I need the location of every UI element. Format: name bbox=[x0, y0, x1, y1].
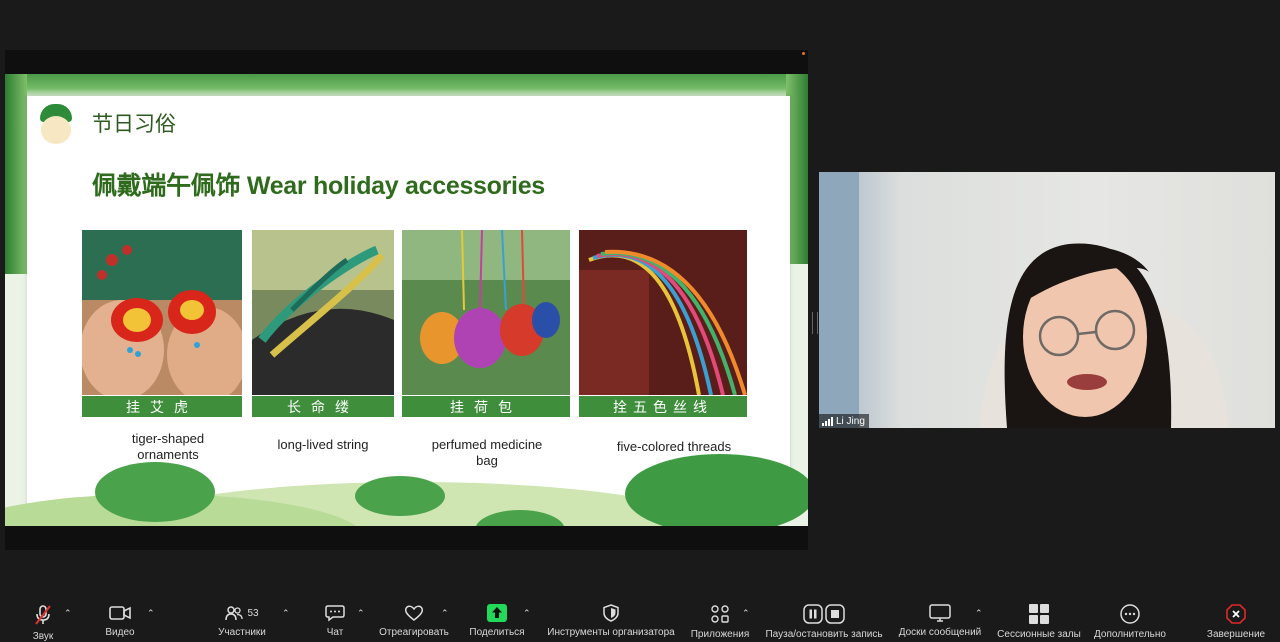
host-tools-button[interactable]: Инструменты организатора bbox=[545, 598, 677, 638]
record-controls-icon bbox=[803, 604, 845, 624]
apps-icon bbox=[710, 604, 730, 624]
split-view-resize-handle[interactable] bbox=[812, 312, 818, 334]
photo-long-lived-string bbox=[252, 230, 394, 395]
more-icon bbox=[1120, 604, 1140, 624]
section-title: 节日习俗 bbox=[92, 112, 176, 136]
end-meeting-label: Завершение bbox=[1206, 629, 1266, 640]
participant-name-tag: Li Jing bbox=[819, 414, 869, 428]
caption-en-text: tiger-shaped ornaments bbox=[131, 431, 205, 462]
connection-signal-icon bbox=[822, 416, 833, 426]
photo-perfumed-bags bbox=[402, 230, 570, 395]
participants-icon bbox=[225, 606, 244, 621]
more-label: Дополнительно bbox=[1094, 629, 1166, 640]
heart-icon bbox=[404, 604, 424, 622]
video-options-chevron-icon[interactable]: ⌃ bbox=[147, 608, 155, 619]
caption-bar-cn: 长命缕 bbox=[252, 396, 394, 417]
host-tools-label: Инструменты организатора bbox=[547, 627, 675, 638]
audio-options-chevron-icon[interactable]: ⌃ bbox=[64, 608, 72, 619]
chat-options-chevron-icon[interactable]: ⌃ bbox=[357, 608, 365, 619]
caption-bar-cn: 挂艾虎 bbox=[82, 396, 242, 417]
apps-label: Приложения bbox=[690, 629, 750, 640]
bamboo-border-left bbox=[5, 74, 27, 274]
whiteboard-icon bbox=[929, 604, 951, 622]
caption-en-text: five-colored threads bbox=[616, 439, 732, 454]
share-options-chevron-icon[interactable]: ⌃ bbox=[523, 608, 531, 619]
chat-icon bbox=[325, 604, 345, 622]
participant-video-tile[interactable] bbox=[819, 172, 1275, 428]
tree-cluster-decoration bbox=[355, 476, 445, 516]
mic-muted-icon bbox=[33, 604, 53, 626]
share-screen-button[interactable]: Поделиться bbox=[466, 598, 528, 638]
photo-tiger-ornaments bbox=[82, 230, 242, 395]
slide-heading: 佩戴端午佩饰 Wear holiday accessories bbox=[92, 172, 545, 200]
meeting-toolbar: Звук ⌃ Видео ⌃ 53 Участники ⌃ Чат ⌃ Отре… bbox=[0, 598, 1280, 642]
caption-cn-text: 长命缕 bbox=[287, 399, 359, 416]
caption-en-text: perfumed medicine bag bbox=[431, 437, 543, 468]
chat-label: Чат bbox=[326, 627, 344, 638]
video-camera-icon bbox=[109, 604, 131, 622]
chat-button[interactable]: Чат bbox=[322, 598, 348, 638]
participants-button[interactable]: 53 Участники bbox=[214, 598, 270, 638]
tree-cluster-decoration bbox=[95, 462, 215, 522]
end-meeting-icon bbox=[1226, 604, 1246, 624]
record-controls-button[interactable]: Пауза/остановить запись bbox=[764, 598, 884, 640]
more-button[interactable]: Дополнительно bbox=[1090, 598, 1170, 640]
audio-label: Звук bbox=[32, 631, 54, 642]
whiteboards-options-chevron-icon[interactable]: ⌃ bbox=[975, 608, 983, 619]
record-controls-label: Пауза/остановить запись bbox=[765, 629, 883, 640]
apps-options-chevron-icon[interactable]: ⌃ bbox=[742, 608, 750, 619]
shield-icon bbox=[603, 604, 619, 622]
rice-dumpling-mascot-icon bbox=[38, 104, 74, 146]
react-button[interactable]: Отреагировать bbox=[378, 598, 450, 638]
bamboo-border-top bbox=[5, 74, 808, 98]
caption-en-text: long-lived string bbox=[277, 437, 369, 452]
video-button[interactable]: Видео bbox=[100, 598, 140, 638]
photo-five-colored-threads bbox=[579, 230, 747, 395]
whiteboards-label: Доски сообщений bbox=[898, 627, 982, 638]
caption-cn-text: 挂艾虎 bbox=[126, 399, 198, 416]
breakout-rooms-button[interactable]: Сессионные залы bbox=[996, 598, 1082, 640]
caption-cn-text: 拴五色丝线 bbox=[613, 399, 713, 416]
participants-icon-wrap: 53 bbox=[225, 604, 259, 622]
participant-video-feed bbox=[819, 172, 1229, 428]
audio-button[interactable]: Звук bbox=[28, 598, 58, 642]
tree-cluster-decoration bbox=[625, 454, 808, 526]
breakout-rooms-label: Сессионные залы bbox=[997, 629, 1081, 640]
participants-options-chevron-icon[interactable]: ⌃ bbox=[282, 608, 290, 619]
whiteboards-button[interactable]: Доски сообщений bbox=[897, 598, 983, 638]
caption-bar-cn: 挂荷包 bbox=[402, 396, 570, 417]
participant-count: 53 bbox=[247, 607, 259, 619]
share-indicator-dot bbox=[802, 52, 805, 55]
caption-bar-cn: 拴五色丝线 bbox=[579, 396, 747, 417]
share-label: Поделиться bbox=[469, 627, 525, 638]
caption-cn-text: 挂荷包 bbox=[450, 399, 522, 416]
breakout-rooms-icon bbox=[1029, 604, 1049, 624]
react-options-chevron-icon[interactable]: ⌃ bbox=[441, 608, 449, 619]
participant-name: Li Jing bbox=[836, 415, 865, 427]
end-meeting-button[interactable]: Завершение bbox=[1206, 598, 1266, 640]
video-label: Видео bbox=[105, 627, 135, 638]
react-label: Отреагировать bbox=[379, 627, 449, 638]
participants-label: Участники bbox=[218, 627, 266, 638]
share-screen-icon bbox=[487, 604, 507, 622]
